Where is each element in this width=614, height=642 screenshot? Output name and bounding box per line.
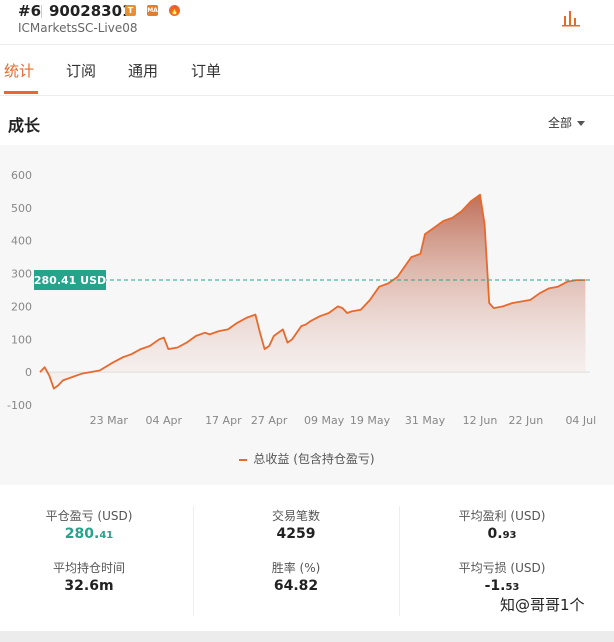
- x-tick-label: 23 Mar: [90, 414, 129, 427]
- y-tick-label: 300: [11, 268, 32, 281]
- closed-pnl-value: 280.41: [64, 526, 114, 542]
- trade-count-value: 4259: [276, 526, 316, 542]
- x-tick-label: 19 May: [350, 414, 391, 427]
- x-tick-label: 04 Jul: [565, 414, 596, 427]
- y-tick-label: 600: [11, 169, 32, 182]
- stat-column-middle: 交易笔数 4259 胜率 (%) 64.82: [194, 486, 398, 631]
- avg-profit-label: 平均盈利 (USD): [458, 509, 546, 523]
- x-tick-label: 27 Apr: [251, 414, 288, 427]
- rank-label: #6: [18, 2, 42, 20]
- avg-loss-value: -1.53: [484, 578, 520, 594]
- legend-label: 总收益 (包含持仓盈亏): [253, 452, 375, 466]
- avg-loss-label: 平均亏损 (USD): [458, 561, 546, 575]
- range-label: 全部: [548, 116, 573, 130]
- x-tick-label: 04 Apr: [145, 414, 182, 427]
- bar-chart-icon[interactable]: [560, 6, 582, 28]
- tabs-divider-line: [0, 95, 614, 96]
- y-tick-label: -100: [7, 399, 32, 412]
- legend-swatch: [239, 458, 248, 461]
- win-rate-value: 64.82: [273, 578, 319, 594]
- active-tab-indicator: [4, 91, 38, 94]
- avg-hold-time-value: 32.6m: [64, 578, 114, 594]
- avg-profit-value: 0.93: [487, 526, 517, 542]
- tab-statistics[interactable]: 统计: [4, 60, 34, 81]
- growth-chart[interactable]: 600 500 400 300 200 100 0 -100 280.41 USD 23 Mar 0…: [0, 145, 614, 445]
- closed-pnl-label: 平仓盈亏 (USD): [45, 509, 133, 523]
- x-tick-label: 22 Jun: [508, 414, 543, 427]
- avg-hold-time-label: 平均持仓时间: [52, 561, 125, 575]
- fire-badge-icon: 🔥: [169, 5, 180, 16]
- current-value-label: 280.41 USD: [34, 274, 106, 287]
- caret-down-icon: [577, 121, 586, 126]
- tab-bar: 统计 订阅 通用 订单: [0, 45, 614, 95]
- section-title: 成长: [8, 116, 41, 135]
- x-tick-label: 09 May: [304, 414, 345, 427]
- ma-badge-icon: MA: [147, 5, 158, 16]
- y-tick-label: 500: [11, 202, 32, 215]
- bottom-bar: [0, 631, 614, 642]
- win-rate-label: 胜率 (%): [271, 561, 321, 575]
- watermark-text: 知@哥哥1个: [500, 596, 585, 614]
- tab-general[interactable]: 通用: [128, 60, 158, 81]
- y-tick-label: 100: [11, 333, 32, 346]
- stat-column-left: 平仓盈亏 (USD) 280.41 平均持仓时间 32.6m: [0, 486, 191, 631]
- server-name: ICMarketsSC-Live08: [18, 21, 138, 35]
- y-tick-label: 0: [25, 366, 32, 379]
- trader-badge-icon: T: [125, 5, 136, 16]
- trade-count-label: 交易笔数: [271, 509, 320, 523]
- range-dropdown[interactable]: 全部: [548, 114, 586, 131]
- tab-orders[interactable]: 订单: [191, 60, 221, 81]
- x-tick-label: 12 Jun: [463, 414, 498, 427]
- account-id: 90028301: [49, 2, 133, 20]
- tab-subscribe[interactable]: 订阅: [66, 60, 96, 81]
- y-tick-label: 400: [11, 235, 32, 248]
- chart-legend[interactable]: 总收益 (包含持仓盈亏): [0, 450, 614, 467]
- x-tick-label: 31 May: [405, 414, 446, 427]
- y-tick-label: 200: [11, 300, 32, 313]
- series-area: [40, 194, 586, 389]
- account-header: #6 90028301 T MA 🔥 ICMarketsSC-Live08: [0, 0, 614, 44]
- header-divider: [41, 5, 42, 18]
- x-tick-label: 17 Apr: [205, 414, 242, 427]
